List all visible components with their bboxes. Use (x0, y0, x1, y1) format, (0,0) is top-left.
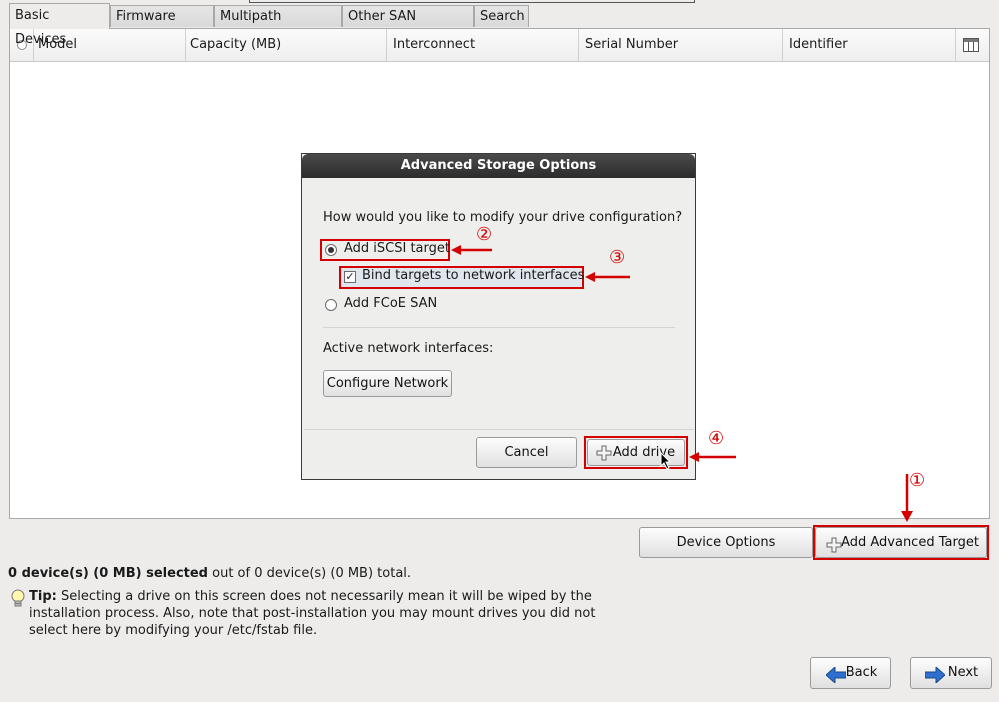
add-iscsi-radio[interactable] (325, 244, 337, 256)
dialog-question: How would you like to modify your drive … (323, 210, 683, 225)
add-iscsi-label[interactable]: Add iSCSI target (344, 241, 450, 256)
table-header: Model Capacity (MB) Interconnect Serial … (10, 29, 989, 62)
tip-lightbulb-icon (10, 589, 26, 613)
add-advanced-target-button[interactable]: Add Advanced Target (815, 527, 987, 558)
add-advanced-target-label: Add Advanced Target (841, 535, 979, 550)
column-identifier[interactable]: Identifier (783, 29, 956, 61)
annotation-arrow-2 (451, 244, 493, 260)
annotation-4: ④ (708, 428, 725, 449)
tip-line-3: select here by modifying your /etc/fstab… (29, 623, 318, 638)
bind-targets-label[interactable]: Bind targets to network interfaces (362, 268, 584, 283)
annotation-3: ③ (609, 247, 626, 268)
arrow-right-icon (924, 665, 946, 695)
tab-search[interactable]: Search (474, 5, 529, 27)
bind-targets-checkbox[interactable]: ✓ (344, 271, 356, 283)
tip-label: Tip: (29, 589, 57, 604)
column-chooser-icon[interactable] (963, 38, 979, 52)
tip-line-1: Selecting a drive on this screen does no… (56, 589, 592, 604)
add-fcoe-label[interactable]: Add FCoE SAN (344, 296, 437, 311)
column-capacity[interactable]: Capacity (MB) (184, 29, 387, 61)
annotation-2: ② (476, 224, 493, 245)
back-button[interactable]: Back (810, 657, 891, 689)
annotation-arrow-1 (900, 474, 914, 526)
cancel-button[interactable]: Cancel (476, 437, 577, 468)
window-top-edge (249, 0, 695, 3)
tab-other-san-devices[interactable]: Other SAN Devices (342, 5, 474, 46)
tab-firmware-raid[interactable]: Firmware RAID (110, 5, 214, 46)
configure-network-button[interactable]: Configure Network (323, 370, 452, 397)
dialog-footer-separator (304, 429, 694, 430)
column-interconnect[interactable]: Interconnect (387, 29, 579, 61)
next-label: Next (947, 665, 979, 680)
annotation-arrow-3 (585, 271, 631, 287)
tip-line-2: installation process. Also, note that po… (29, 606, 596, 621)
add-fcoe-radio[interactable] (325, 299, 337, 311)
summary-bold: 0 device(s) (0 MB) selected (8, 566, 208, 581)
plus-icon (596, 445, 612, 470)
next-button[interactable]: Next (910, 657, 992, 689)
arrow-left-icon (825, 665, 847, 695)
tip-text: Tip: Selecting a drive on this screen do… (29, 588, 629, 639)
back-label: Back (845, 665, 878, 680)
tab-multipath-devices[interactable]: Multipath Devices (214, 5, 342, 46)
annotation-arrow-4 (689, 451, 737, 467)
advanced-storage-dialog (301, 153, 696, 480)
summary-rest: out of 0 device(s) (0 MB) total. (208, 566, 412, 581)
tab-basic-devices[interactable]: Basic Devices (9, 3, 110, 47)
column-serial-number[interactable]: Serial Number (579, 29, 783, 61)
plus-icon (826, 535, 842, 564)
dialog-separator (323, 327, 675, 328)
device-options-button[interactable]: Device Options (639, 527, 813, 558)
selection-summary: 0 device(s) (0 MB) selected out of 0 dev… (8, 566, 411, 581)
active-interfaces-label: Active network interfaces: (323, 341, 494, 356)
mouse-cursor-icon (660, 451, 672, 473)
dialog-title: Advanced Storage Options (302, 154, 695, 178)
